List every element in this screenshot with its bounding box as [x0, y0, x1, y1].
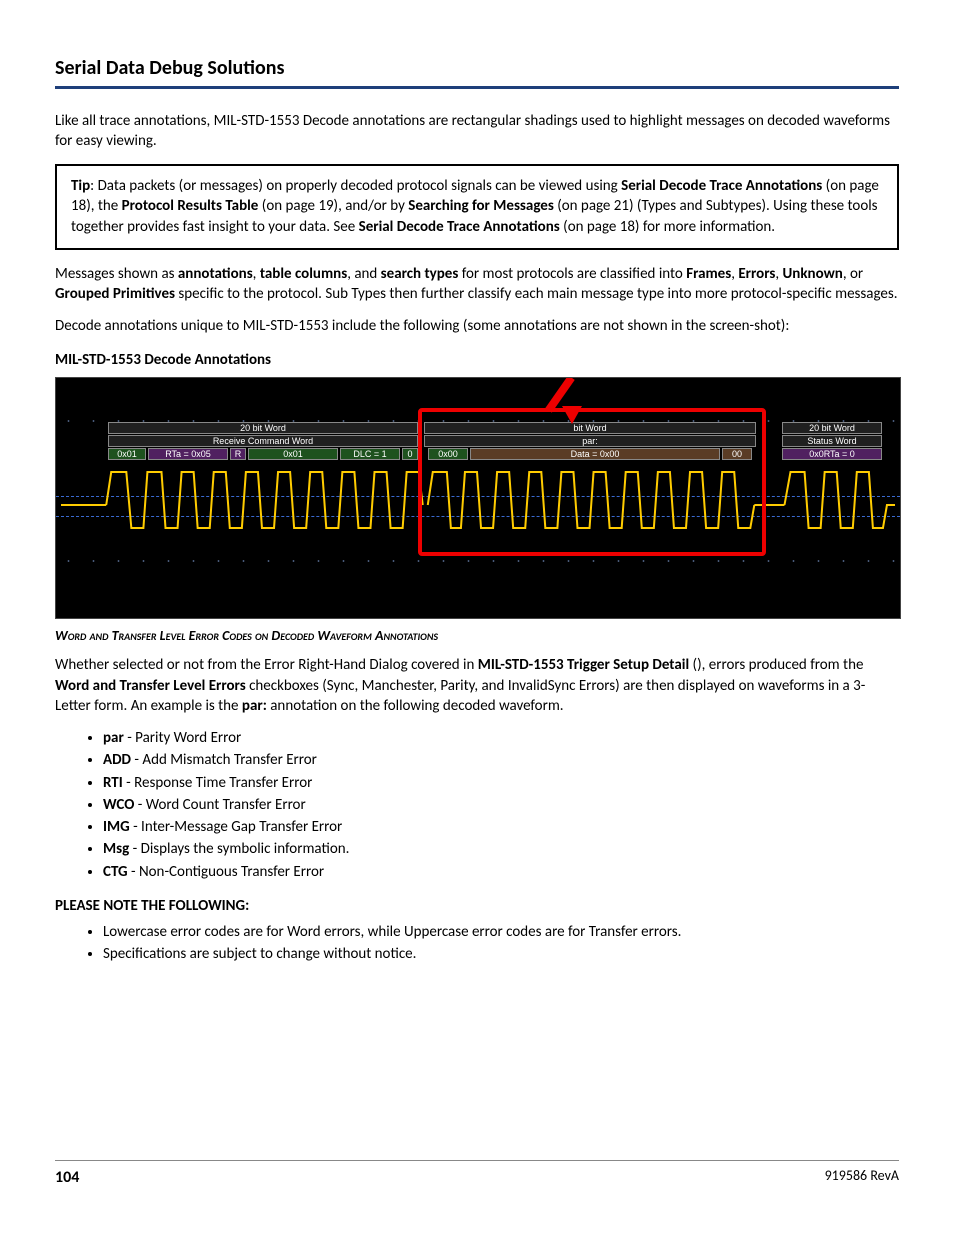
value-cell: 0x0RTa = 0 [782, 448, 882, 460]
tip-box: Tip: Data packets (or messages) on prope… [55, 164, 899, 250]
page-title: Serial Data Debug Solutions [55, 55, 899, 89]
tip-text: (on page 18) for more information. [560, 218, 775, 236]
notes-list: Lowercase error codes are for Word error… [55, 922, 899, 965]
page-number: 104 [55, 1167, 79, 1189]
error-code-list: par - Parity Word Error ADD - Add Mismat… [55, 728, 899, 882]
classification-paragraph: Messages shown as annotations, table col… [55, 264, 899, 305]
annotations-subheading: MIL-STD-1553 Decode Annotations [55, 350, 899, 370]
value-cell: RTa = 0x05 [148, 448, 228, 460]
word-sublabel: Status Word [782, 435, 882, 447]
tip-label: Tip [71, 177, 90, 195]
tip-bold-1: Serial Decode Trace Annotations [621, 177, 822, 195]
waveform-figure: 20 bit Word bit Word 20 bit Word Receive… [55, 377, 901, 619]
word-label: 20 bit Word [108, 422, 418, 434]
tip-text: : Data packets (or messages) on properly… [90, 177, 621, 195]
figure-caption: Word and Transfer Level Error Codes on D… [55, 627, 899, 646]
decode-intro-paragraph: Decode annotations unique to MIL-STD-155… [55, 316, 899, 336]
value-cell: 0 [402, 448, 418, 460]
tip-bold-4: Serial Decode Trace Annotations [359, 218, 560, 236]
error-codes-paragraph: Whether selected or not from the Error R… [55, 655, 899, 716]
highlight-box [418, 408, 766, 556]
list-item: IMG - Inter-Message Gap Transfer Error [103, 817, 899, 837]
list-item: WCO - Word Count Transfer Error [103, 795, 899, 815]
list-item: Lowercase error codes are for Word error… [103, 922, 899, 942]
note-heading: PLEASE NOTE THE FOLLOWING: [55, 896, 899, 916]
page-footer: 104 919586 RevA [55, 1160, 899, 1189]
tip-bold-3: Searching for Messages [408, 197, 554, 215]
word-sublabel: Receive Command Word [108, 435, 418, 447]
revision-label: 919586 RevA [825, 1167, 899, 1189]
value-cell: 0x01 [108, 448, 146, 460]
word-label: 20 bit Word [782, 422, 882, 434]
list-item: par - Parity Word Error [103, 728, 899, 748]
value-cell: DLC = 1 [340, 448, 400, 460]
value-cell: R [230, 448, 246, 460]
tip-text: (on page 19), and/or by [258, 197, 408, 215]
list-item: Specifications are subject to change wit… [103, 944, 899, 964]
list-item: RTI - Response Time Transfer Error [103, 773, 899, 793]
list-item: CTG - Non-Contiguous Transfer Error [103, 862, 899, 882]
value-cell: 0x01 [248, 448, 338, 460]
list-item: ADD - Add Mismatch Transfer Error [103, 750, 899, 770]
arrow-head-icon [562, 406, 582, 424]
list-item: Msg - Displays the symbolic information. [103, 839, 899, 859]
tip-bold-2: Protocol Results Table [122, 197, 259, 215]
intro-paragraph: Like all trace annotations, MIL-STD-1553… [55, 111, 899, 152]
